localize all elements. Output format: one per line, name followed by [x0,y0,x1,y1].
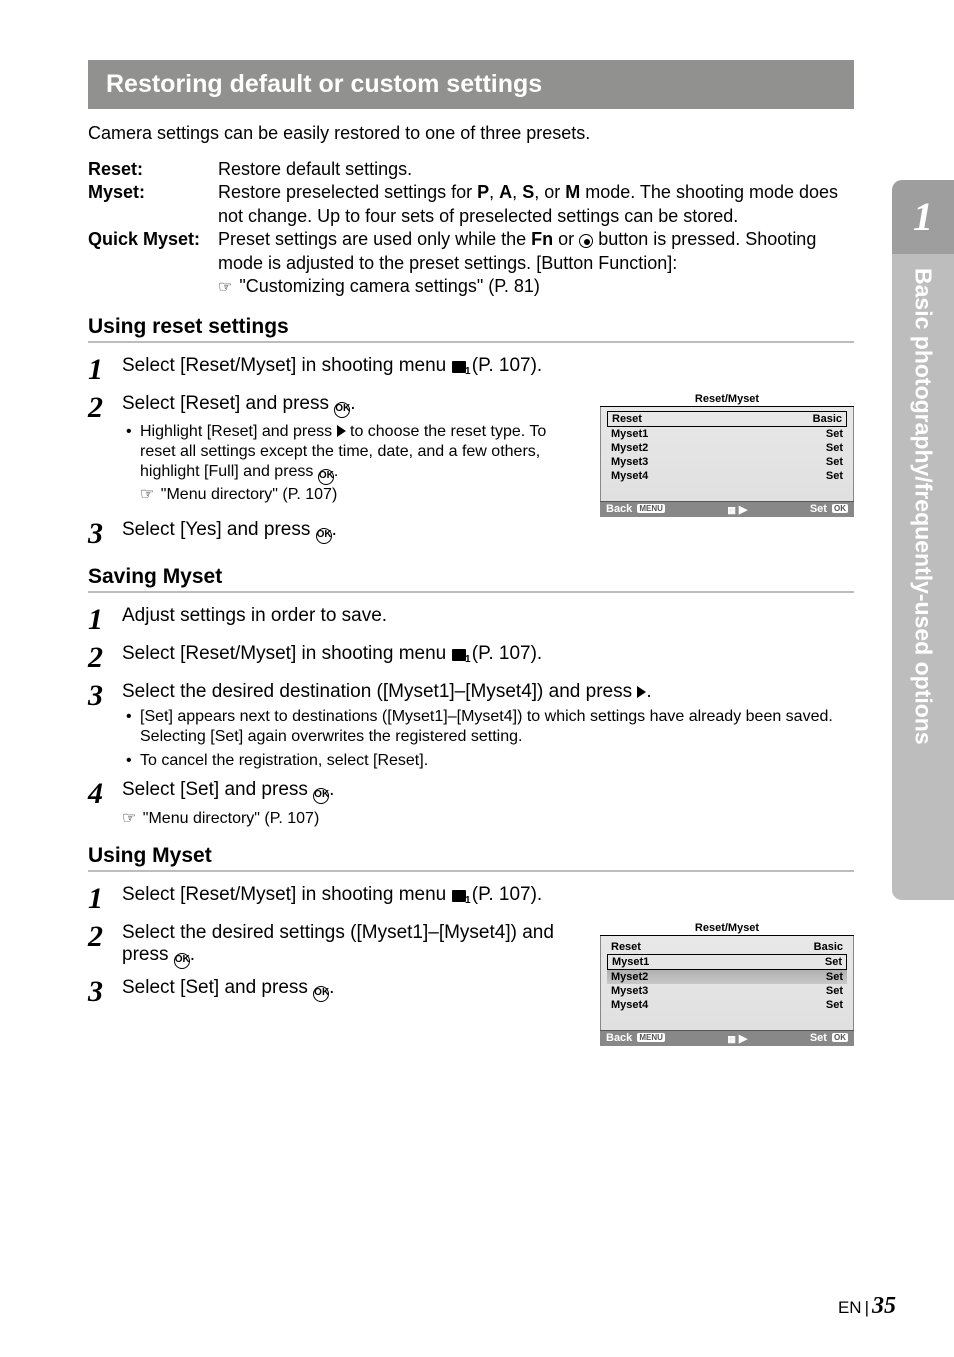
page-footer: EN|35 [838,1293,896,1320]
cam-row-reset: ResetBasic [607,411,847,427]
cam-row: Myset4Set [607,998,847,1012]
cam-row: Myset3Set [607,455,847,469]
step-number: 3 [88,975,122,1007]
def-reset-body: Restore default settings. [218,158,854,181]
step-number: 1 [88,353,122,385]
cam-screen-footer: Back MENU ▦ ▶ Set OK [600,1030,854,1046]
cam-screen-title: Reset/Myset [600,920,854,936]
step-text: Select [Yes] and press OK. [122,517,854,549]
lang-label: EN [838,1298,862,1317]
pointer-icon: ☞ [122,808,136,828]
save-step3: 3 Select the desired destination ([Myset… [88,679,854,771]
use-step3: 3 Select [Set] and press OK. [88,975,580,1007]
def-myset-body: Restore preselected settings for P, A, S… [218,181,854,228]
camera-menu-screenshot-1: Reset/Myset ResetBasic Myset1Set Myset2S… [600,391,854,517]
step-text: Select [Reset/Myset] in shooting menu (P… [122,882,854,914]
step-number: 4 [88,777,122,828]
step-text: Select [Set] and press OK. [122,975,580,1007]
def-quick-body: Preset settings are used only while the … [218,228,854,299]
shooting-menu-icon [452,649,466,661]
cam-screen-title: Reset/Myset [600,391,854,407]
cam-row: Myset1Set [607,427,847,441]
use-step1: 1 Select [Reset/Myset] in shooting menu … [88,882,854,914]
reset-step2: 2 Select [Reset] and press OK. • Highlig… [88,391,580,505]
def-myset: Myset: Restore preselected settings for … [88,181,854,228]
save-step1: 1 Adjust settings in order to save. [88,603,854,635]
side-tab: 1 Basic photography/frequently-used opti… [892,180,954,900]
step-number: 1 [88,603,122,635]
step-number: 3 [88,517,122,549]
chapter-number: 1 [892,180,954,254]
ok-button-icon: OK [313,788,329,804]
pointer-icon: ☞ [218,278,232,299]
def-myset-label: Myset: [88,181,218,228]
save-step4: 4 Select [Set] and press OK. ☞ "Menu dir… [88,777,854,828]
ok-button-icon: OK [316,528,332,544]
record-button-icon [579,234,593,248]
step-text: Select the desired destination ([Myset1]… [122,679,854,771]
ok-button-icon: OK [318,469,334,485]
shooting-menu-icon [452,361,466,373]
chapter-title: Basic photography/frequently-used option… [892,254,954,900]
ok-button-icon: OK [334,402,350,418]
cam-row-myset1: Myset1Set [607,954,847,970]
step-text: Select [Reset/Myset] in shooting menu (P… [122,641,854,673]
step-text: Select [Reset/Myset] in shooting menu (P… [122,353,854,385]
right-arrow-icon [337,425,346,437]
section-heading: Restoring default or custom settings [88,60,854,109]
reset-step3: 3 Select [Yes] and press OK. [88,517,854,549]
use-step2: 2 Select the desired settings ([Myset1]–… [88,920,580,969]
step-text: Select [Set] and press OK. ☞ "Menu direc… [122,777,854,828]
def-reset-label: Reset: [88,158,218,181]
step-number: 2 [88,641,122,673]
cam-row: ResetBasic [607,940,847,954]
step-text: Adjust settings in order to save. [122,603,854,635]
cam-row: Myset4Set [607,469,847,483]
save-step2: 2 Select [Reset/Myset] in shooting menu … [88,641,854,673]
subhead-saving-myset: Saving Myset [88,565,854,593]
def-quick-label: Quick Myset: [88,228,218,299]
step-number: 1 [88,882,122,914]
step-number: 2 [88,920,122,969]
shooting-menu-icon [452,890,466,902]
cam-row: Myset2Set [607,441,847,455]
camera-menu-screenshot-2: Reset/Myset ResetBasic Myset1Set Myset2S… [600,920,854,1046]
step-number: 2 [88,391,122,505]
def-reset: Reset: Restore default settings. [88,158,854,181]
def-quickmyset: Quick Myset: Preset settings are used on… [88,228,854,299]
step-number: 3 [88,679,122,771]
cam-row-highlight: Myset2Set [607,970,847,984]
subhead-using-myset: Using Myset [88,844,854,872]
intro-text: Camera settings can be easily restored t… [88,123,854,144]
pointer-icon: ☞ [140,485,154,505]
step-text: Select [Reset] and press OK. • Highlight… [122,391,580,505]
ok-button-icon: OK [174,953,190,969]
cam-row: Myset3Set [607,984,847,998]
step-text: Select the desired settings ([Myset1]–[M… [122,920,580,969]
ok-button-icon: OK [313,986,329,1002]
subhead-using-reset: Using reset settings [88,315,854,343]
reset-step1: 1 Select [Reset/Myset] in shooting menu … [88,353,854,385]
page-number: 35 [872,1293,896,1319]
cam-screen-footer: Back MENU ▦ ▶ Set OK [600,501,854,517]
